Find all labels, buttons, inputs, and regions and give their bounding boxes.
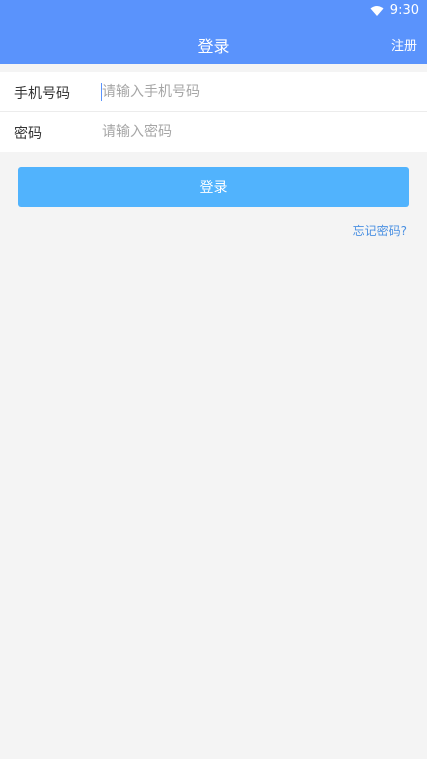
- app-bar: 登录 注册: [0, 24, 427, 64]
- status-bar: 9:30: [0, 0, 427, 24]
- phone-label: 手机号码: [14, 86, 70, 102]
- status-indicators: 9:30: [370, 3, 419, 18]
- phone-row: 手机号码: [0, 72, 427, 112]
- password-label: 密码: [14, 126, 42, 142]
- wifi-icon: [370, 5, 384, 17]
- register-button[interactable]: 注册: [391, 35, 417, 54]
- password-input[interactable]: [102, 116, 402, 148]
- login-form: 手机号码 密码: [0, 72, 427, 152]
- status-time: 9:30: [389, 3, 419, 18]
- forgot-password-link[interactable]: 忘记密码?: [353, 222, 407, 239]
- login-button[interactable]: 登录: [18, 167, 409, 207]
- phone-input[interactable]: [102, 76, 402, 108]
- page-title: 登录: [197, 37, 230, 56]
- password-row: 密码: [0, 112, 427, 152]
